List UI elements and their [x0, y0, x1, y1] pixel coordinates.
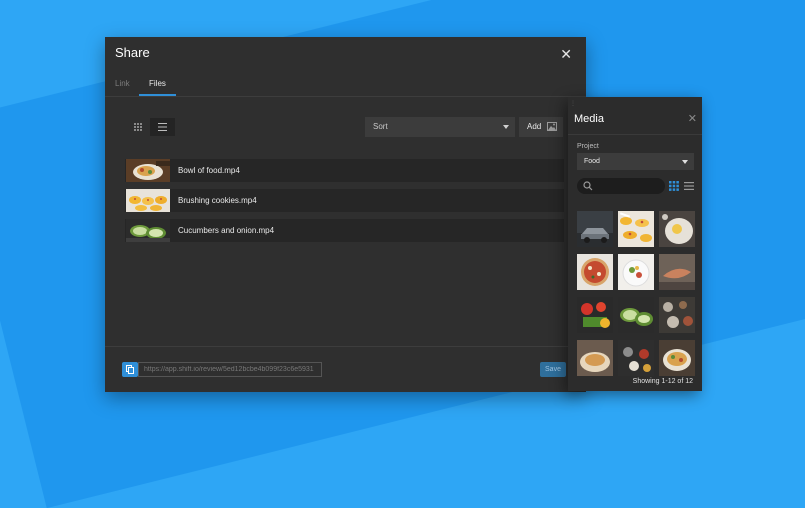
copy-icon: [126, 365, 134, 374]
list-view-icon[interactable]: [684, 181, 694, 191]
media-tile[interactable]: [577, 340, 613, 376]
image-icon: [547, 122, 557, 131]
media-tile[interactable]: [618, 211, 654, 247]
media-tile[interactable]: [618, 254, 654, 290]
file-thumbnail: [126, 159, 170, 182]
chevron-down-icon: [503, 125, 509, 129]
tab-link[interactable]: Link: [115, 79, 130, 88]
file-thumbnail: [126, 189, 170, 212]
file-name: Cucumbers and onion.mp4: [178, 226, 275, 235]
list-view-button[interactable]: [150, 118, 175, 136]
media-divider: [568, 134, 702, 135]
share-url-field[interactable]: [138, 362, 322, 377]
grid-view-button[interactable]: [125, 118, 150, 136]
grid-view-icon[interactable]: [669, 181, 679, 191]
add-label: Add: [527, 122, 542, 131]
file-row[interactable]: Bowl of food.mp4: [125, 159, 564, 182]
drag-handle-icon[interactable]: ⋮: [570, 100, 576, 107]
media-tile[interactable]: [659, 297, 695, 333]
media-tile[interactable]: [618, 340, 654, 376]
share-dialog: Share ✕ Link Files Sort Add Bowl of food…: [105, 37, 586, 392]
media-tile[interactable]: [577, 211, 613, 247]
media-tile[interactable]: [577, 254, 613, 290]
media-tile[interactable]: [659, 340, 695, 376]
media-tile[interactable]: [577, 297, 613, 333]
add-button[interactable]: Add: [519, 117, 563, 137]
file-name: Bowl of food.mp4: [178, 166, 240, 175]
project-value: Food: [584, 158, 600, 165]
tab-files[interactable]: Files: [149, 79, 166, 88]
chevron-down-icon: [682, 160, 688, 164]
project-select[interactable]: Food: [577, 153, 694, 170]
save-button[interactable]: Save: [540, 362, 566, 377]
sort-dropdown[interactable]: Sort: [365, 117, 515, 137]
media-tile[interactable]: [659, 211, 695, 247]
file-thumbnail: [126, 219, 170, 242]
close-icon[interactable]: ✕: [688, 114, 697, 125]
copy-link-button[interactable]: [122, 362, 138, 377]
media-panel: ⋮ Media ✕ Project Food Showing 1-12 of 1…: [568, 97, 702, 391]
sort-label: Sort: [373, 122, 388, 131]
file-row[interactable]: Brushing cookies.mp4: [125, 189, 564, 212]
media-tile[interactable]: [659, 254, 695, 290]
list-icon: [158, 123, 167, 131]
view-toggle: [125, 118, 175, 136]
project-label: Project: [577, 143, 599, 150]
media-tile[interactable]: [618, 297, 654, 333]
footer-divider: [105, 346, 586, 347]
close-icon[interactable]: ✕: [560, 47, 572, 61]
media-search-input[interactable]: [577, 178, 665, 194]
search-icon: [583, 181, 593, 191]
media-title: Media: [574, 113, 604, 125]
active-tab-indicator: [139, 94, 176, 96]
file-row[interactable]: Cucumbers and onion.mp4: [125, 219, 564, 242]
showing-count: Showing 1-12 of 12: [632, 378, 693, 385]
share-title: Share: [115, 45, 150, 60]
grid-icon: [133, 123, 142, 131]
tab-bar: Link Files: [105, 75, 586, 97]
file-name: Brushing cookies.mp4: [178, 196, 257, 205]
